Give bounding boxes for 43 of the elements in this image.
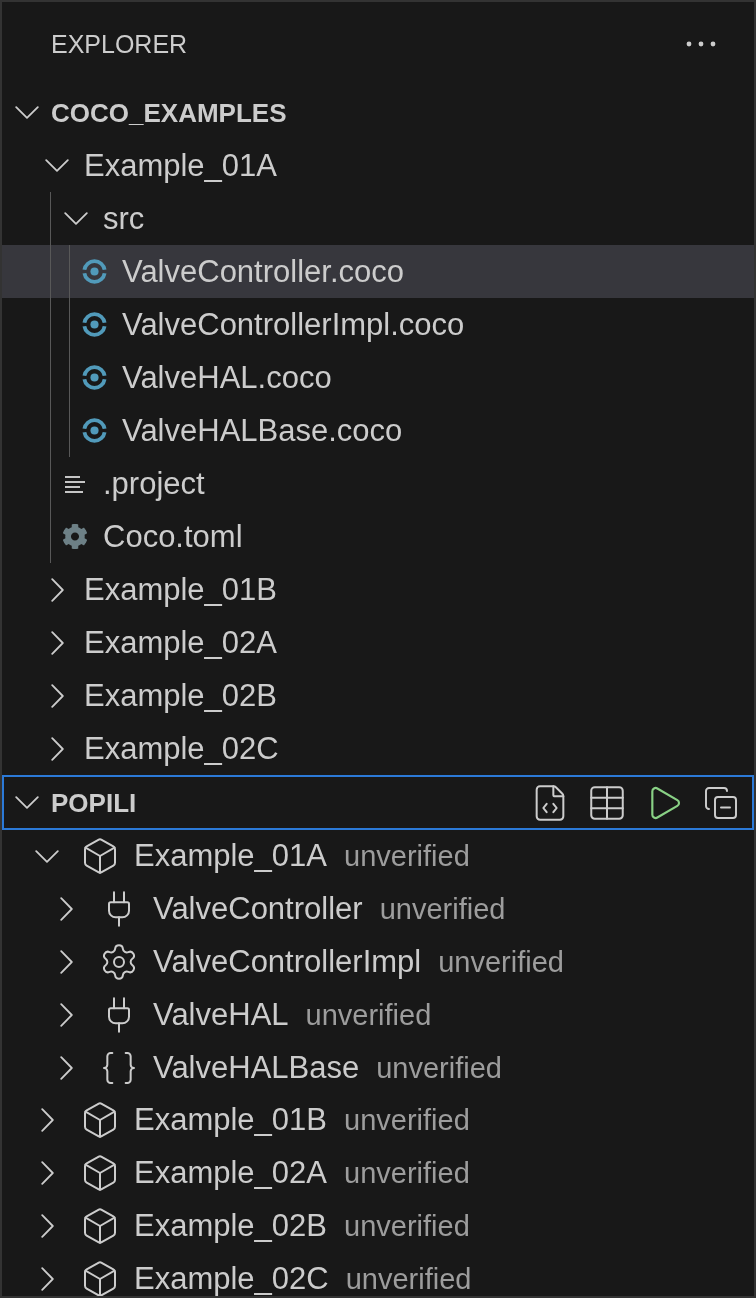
section-title[interactable]: POPILI: [51, 786, 137, 819]
tree-item[interactable]: Example_02C unverified: [2, 1252, 754, 1296]
more-button[interactable]: [686, 41, 716, 47]
tree-item[interactable]: Example_01B: [2, 563, 754, 616]
status-text: unverified: [344, 839, 470, 874]
status-text: unverified: [305, 997, 432, 1032]
tree-item[interactable]: src: [2, 192, 754, 245]
tree-item[interactable]: Example_01B unverified: [2, 1094, 754, 1147]
tree-item[interactable]: Example_02A unverified: [2, 1146, 754, 1200]
target-icon: [81, 312, 107, 337]
tree-item[interactable]: ValveHALBase.coco: [2, 404, 754, 457]
tree-item[interactable]: Example_02B unverified: [2, 1199, 754, 1253]
tree-item[interactable]: ValveHAL unverified: [2, 988, 754, 1042]
tree-item[interactable]: Example_01A: [2, 139, 754, 192]
tree-item[interactable]: ValveControllerImpl unverified: [2, 935, 754, 989]
tree-item[interactable]: ValveHALBase unverified: [2, 1041, 754, 1094]
tree-item[interactable]: Example_02C: [2, 722, 754, 775]
section-title[interactable]: COCO_EXAMPLES: [51, 96, 287, 129]
panel-title: EXPLORER: [51, 29, 188, 59]
tree-item[interactable]: Example_02A: [2, 616, 754, 669]
status-text: unverified: [344, 1208, 470, 1243]
target-icon: [81, 259, 107, 284]
target-icon: [81, 418, 107, 443]
status-text: unverified: [344, 1103, 470, 1138]
target-icon: [81, 365, 107, 390]
status-text: unverified: [438, 945, 564, 979]
section-header[interactable]: POPILI: [2, 775, 754, 830]
tree-item[interactable]: Example_02B: [2, 669, 754, 722]
tree-item[interactable]: ValveController.coco: [2, 245, 754, 298]
status-text: unverified: [376, 1050, 502, 1085]
collapse-all-icon: [703, 784, 739, 821]
more-icon: [686, 41, 716, 47]
tree-item[interactable]: Coco.toml: [2, 510, 754, 563]
gear-icon: [62, 523, 88, 550]
tree-item[interactable]: .project: [2, 457, 754, 510]
tree-item[interactable]: ValveHAL.coco: [2, 351, 754, 404]
tree-item[interactable]: ValveControllerImpl.coco: [2, 298, 754, 351]
text-lines-icon: [65, 474, 85, 493]
tree-item[interactable]: Example_01A unverified: [2, 830, 754, 883]
status-text: unverified: [345, 1261, 472, 1296]
status-text: unverified: [379, 892, 506, 927]
status-text: unverified: [344, 1156, 470, 1191]
tree-item[interactable]: ValveController unverified: [2, 882, 754, 936]
